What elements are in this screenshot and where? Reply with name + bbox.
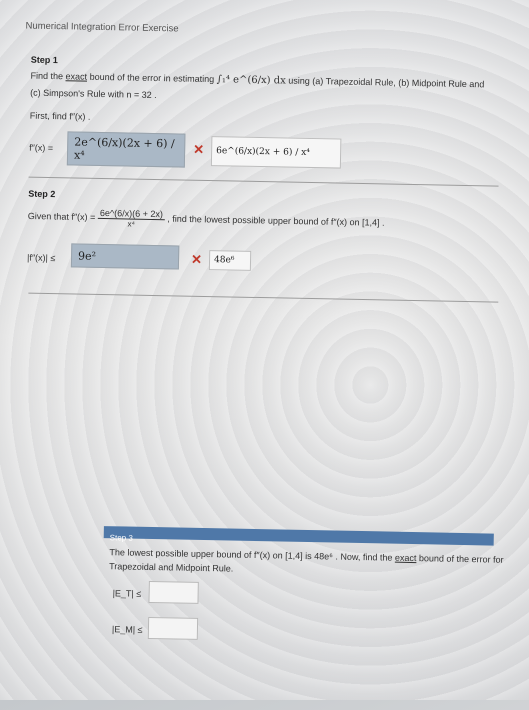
instruction-text: bound of the error in estimating [89, 71, 215, 85]
wrong-x-icon: ✕ [190, 251, 203, 267]
given-denominator: x⁴ [127, 219, 136, 229]
exercise-content: Numerical Integration Error Exercise Ste… [0, 0, 529, 710]
step3-label: Step 3 [109, 533, 133, 543]
given-fraction: 6e^(6/x)(6 + 2x) x⁴ [97, 207, 165, 229]
et-input[interactable] [148, 580, 199, 604]
integral-expression: ∫₁⁴ e^(6/x) dx [216, 74, 286, 87]
first-find-text: First, find f″(x) . [29, 110, 91, 122]
fpp-answer-input[interactable]: 2e^(6/x)(2x + 6) / x⁴ [66, 131, 186, 168]
instruction-text: Find the [30, 70, 64, 82]
et-label: |E_T| ≤ [112, 588, 142, 599]
divider [28, 292, 499, 303]
step3-exact: exact [394, 552, 417, 564]
step3-text-line2: Trapezoidal and Midpoint Rule. [109, 561, 234, 574]
bound-answer-input[interactable]: 9e² [70, 243, 180, 270]
instruction-exact: exact [65, 71, 88, 82]
given-numerator: 6e^(6/x)(6 + 2x) [97, 207, 165, 221]
step3-text-part: bound of the error for [418, 553, 504, 565]
bound-correct-answer: 48e⁶ [208, 250, 252, 271]
step3-header: Step 3 [103, 526, 494, 546]
step2-label: Step 2 [28, 188, 56, 200]
step1-label: Step 1 [30, 54, 58, 66]
step1-instruction-line2: (c) Simpson's Rule with n = 32 . [30, 87, 157, 101]
em-input[interactable] [147, 616, 199, 640]
given-text: Given that f″(x) = [27, 210, 96, 223]
em-label: |E_M| ≤ [111, 624, 143, 635]
page-title: Numerical Integration Error Exercise [25, 20, 179, 35]
bound-label: |f″(x)| ≤ [26, 252, 56, 264]
step3-text-part: The lowest possible upper bound of f″(x)… [109, 547, 393, 563]
given-text: , find the lowest possible upper bound o… [167, 213, 385, 228]
fpp-correct-answer: 6e^(6/x)(2x + 6) / x⁴ [210, 136, 342, 169]
wrong-x-icon: ✕ [193, 141, 205, 157]
fpp-label: f″(x) = [29, 142, 54, 154]
instruction-text: using (a) Trapezoidal Rule, (b) Midpoint… [288, 75, 485, 90]
step2-given: Given that f″(x) = 6e^(6/x)(6 + 2x) x⁴ ,… [28, 207, 385, 234]
step1-instruction: Find the exact bound of the error in est… [30, 71, 484, 91]
divider [28, 176, 499, 187]
